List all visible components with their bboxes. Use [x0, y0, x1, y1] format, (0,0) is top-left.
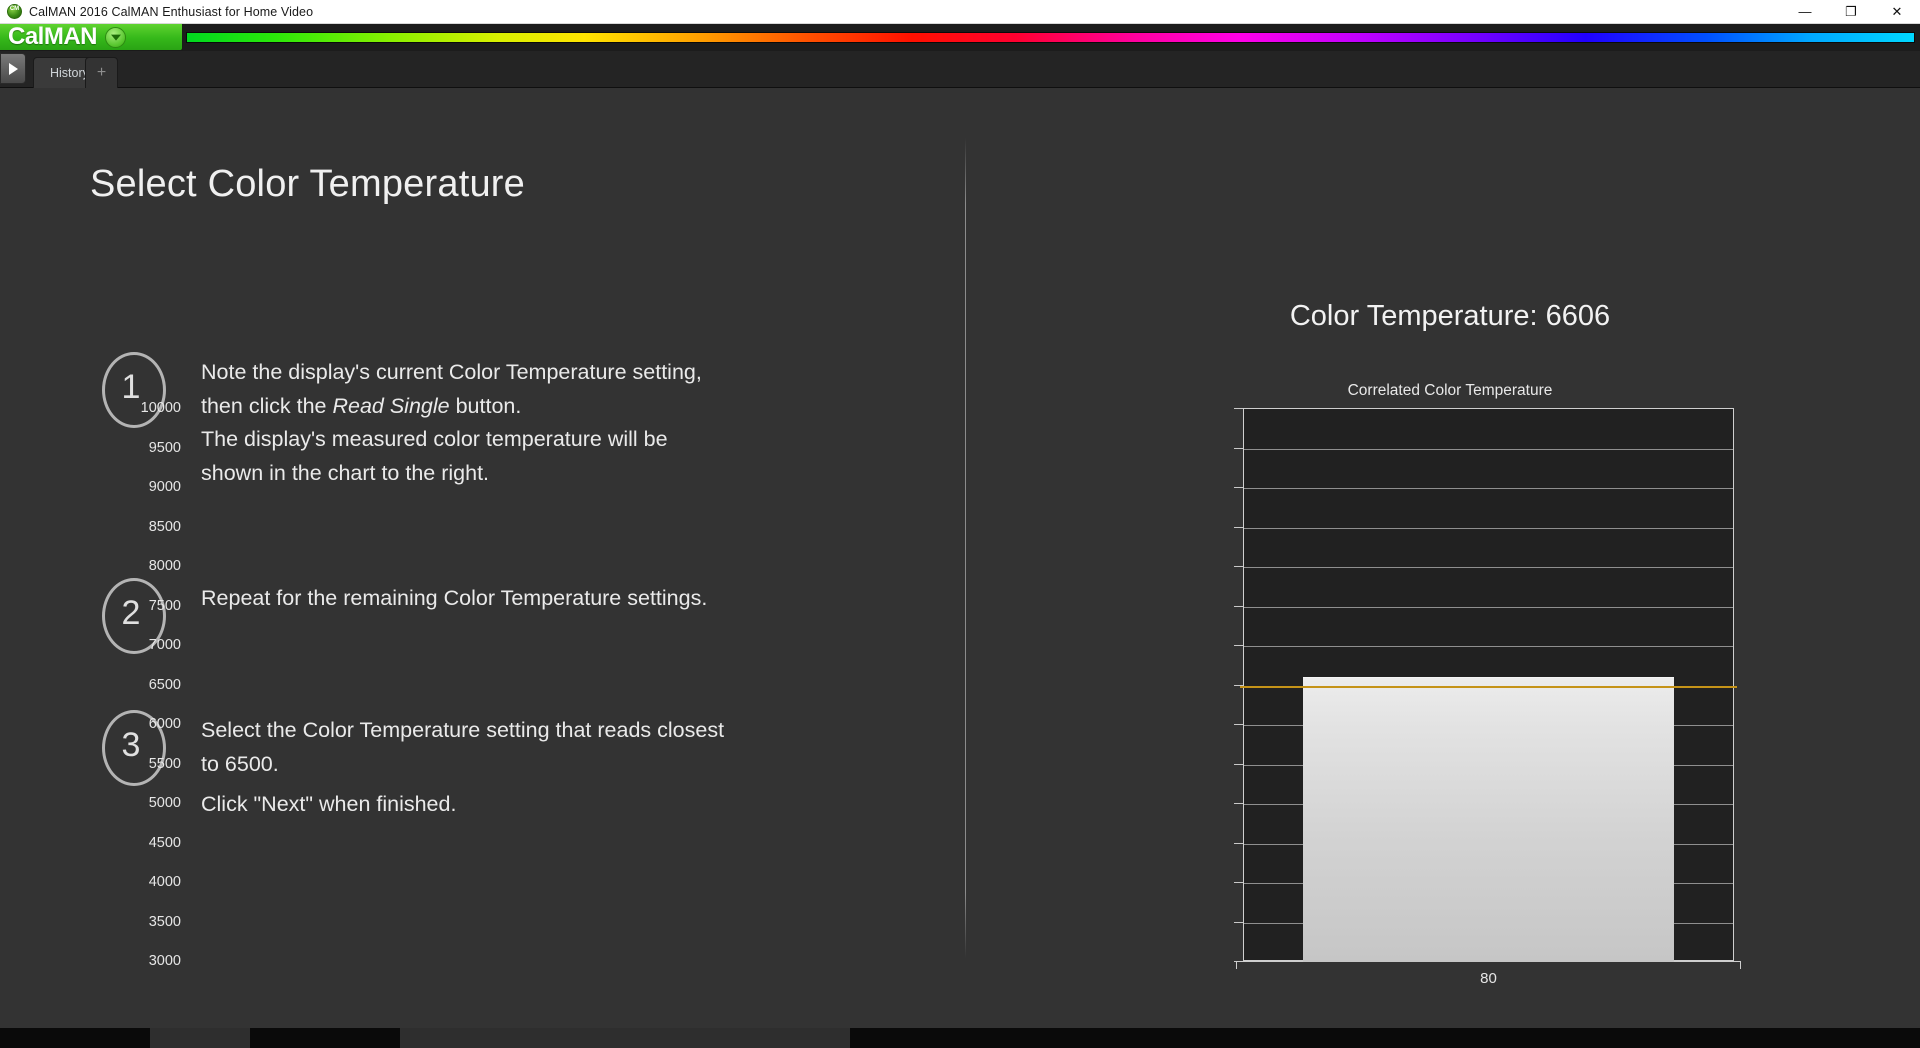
- spectrum-gradient-bar: [186, 32, 1915, 43]
- y-axis-tick-label: 8000: [148, 558, 181, 574]
- y-axis-tick-mark: [1234, 645, 1243, 646]
- play-arrow-icon[interactable]: [0, 53, 26, 84]
- y-axis-tick-label: 7000: [148, 637, 181, 653]
- step-line-text: then click the: [201, 393, 333, 418]
- minimize-icon[interactable]: —: [1782, 0, 1828, 23]
- taskbar-segment: [150, 1028, 250, 1048]
- add-tab-button[interactable]: +: [85, 57, 118, 88]
- step-line: Click "Next" when finished.: [201, 788, 724, 822]
- y-axis-tick-mark: [1234, 487, 1243, 488]
- chart-gridline: [1244, 606, 1733, 608]
- window-title: CalMAN 2016 CalMAN Enthusiast for Home V…: [29, 4, 314, 19]
- main-content: Select Color Temperature 1 Note the disp…: [0, 88, 1920, 1048]
- step-text: Note the display's current Color Tempera…: [201, 350, 702, 490]
- y-axis-tick-mark: [1234, 763, 1243, 765]
- step-line-text: The display's measured color temperature…: [201, 427, 668, 451]
- step-line: shown in the chart to the right.: [201, 457, 702, 491]
- y-axis-tick-label: 4500: [148, 834, 181, 851]
- y-axis-tick-mark: [1234, 408, 1243, 409]
- step-line: Select the Color Temperature setting tha…: [201, 714, 724, 748]
- vertical-divider: [965, 138, 966, 958]
- y-axis-tick-label: 4000: [148, 874, 181, 890]
- y-axis-tick-label: 7500: [148, 597, 181, 614]
- step-line: The display's measured color temperature…: [201, 423, 702, 457]
- y-axis-tick-label: 3500: [148, 913, 181, 930]
- instruction-step-3: 3 Select the Color Temperature setting t…: [94, 708, 724, 822]
- step-line-text: Note the display's current Color Tempera…: [201, 360, 702, 384]
- step-line: Repeat for the remaining Color Temperatu…: [201, 582, 707, 616]
- step-line: then click the Read Single button.: [201, 390, 702, 424]
- y-axis-tick-mark: [1234, 882, 1243, 883]
- chart-gridline: [1244, 646, 1733, 647]
- step-line-text: Repeat for the remaining Color Temperatu…: [201, 586, 708, 610]
- step-line-text: Click "Next" when finished.: [201, 792, 457, 816]
- step-line-text: to 6500.: [201, 751, 279, 776]
- x-axis-tick: [1236, 961, 1237, 969]
- y-axis-tick-label: 9000: [148, 479, 181, 495]
- x-axis-label: 80: [1480, 970, 1497, 987]
- brand-name: CalMAN: [8, 23, 98, 50]
- calman-logo-icon: [7, 4, 22, 19]
- y-axis-tick-label: 9500: [148, 439, 181, 456]
- chart-gridline: [1244, 567, 1733, 568]
- y-axis-tick-mark: [1234, 921, 1243, 923]
- chart-gridline: [1244, 488, 1733, 489]
- close-icon[interactable]: ✕: [1874, 0, 1920, 23]
- y-axis-tick-mark: [1234, 526, 1243, 528]
- y-axis-tick-mark: [1234, 803, 1243, 804]
- chart-gridline: [1244, 527, 1733, 529]
- y-axis-tick-mark: [1234, 842, 1243, 844]
- color-temperature-readout: Color Temperature: 6606: [1289, 300, 1611, 332]
- workflow-toolbar: History 1 + X-Rite i1Display Retail OLED…: [0, 51, 1920, 135]
- window-title-bar: CalMAN 2016 CalMAN Enthusiast for Home V…: [0, 0, 1920, 24]
- chevron-down-icon[interactable]: [105, 26, 127, 48]
- y-axis-tick-label: 8500: [148, 518, 181, 535]
- emphasis-read-single: Read Single: [332, 393, 450, 418]
- page-title: Select Color Temperature: [90, 163, 525, 205]
- y-axis-tick-mark: [1234, 605, 1243, 607]
- step-line: Note the display's current Color Tempera…: [201, 356, 702, 390]
- step-line-text: Select the Color Temperature setting tha…: [201, 718, 725, 742]
- chart-gridline: [1244, 448, 1733, 450]
- y-axis-tick-label: 5500: [148, 755, 181, 772]
- taskbar-segment: [400, 1028, 850, 1048]
- y-axis-tick-label: 3000: [148, 953, 181, 969]
- bottom-strip: [0, 1028, 1920, 1048]
- instruction-step-1: 1 Note the display's current Color Tempe…: [94, 350, 702, 490]
- calman-application-window: CalMAN 2016 CalMAN Enthusiast for Home V…: [0, 0, 1920, 1048]
- brand-bar: CalMAN: [0, 24, 1920, 51]
- y-axis-tick-label: 10000: [140, 400, 181, 416]
- y-axis-tick-mark: [1234, 447, 1243, 449]
- step-text: Select the Color Temperature setting tha…: [201, 708, 724, 822]
- y-axis-tick-label: 6000: [148, 716, 181, 732]
- chart-reference-line-6500: [1240, 685, 1737, 688]
- step-line-text-post: button.: [449, 393, 522, 418]
- step-number: 1: [121, 368, 141, 406]
- step-line-text: shown in the chart to the right.: [201, 460, 490, 485]
- y-axis-tick-mark: [1234, 724, 1243, 725]
- cct-bar-chart: [1240, 408, 1737, 962]
- y-axis-tick-mark: [1234, 566, 1243, 567]
- x-axis-tick: [1740, 961, 1741, 969]
- step-line: to 6500.: [201, 748, 724, 782]
- chart-bar: [1302, 677, 1675, 962]
- instruction-step-2: 2 Repeat for the remaining Color Tempera…: [94, 576, 707, 654]
- calman-brand-button[interactable]: CalMAN: [0, 24, 183, 51]
- y-axis-tick-label: 6500: [148, 676, 181, 693]
- y-axis-tick-label: 5000: [148, 795, 181, 811]
- maximize-icon[interactable]: ❐: [1828, 0, 1874, 23]
- step-text: Repeat for the remaining Color Temperatu…: [201, 576, 707, 650]
- chart-title: Correlated Color Temperature: [1347, 382, 1553, 399]
